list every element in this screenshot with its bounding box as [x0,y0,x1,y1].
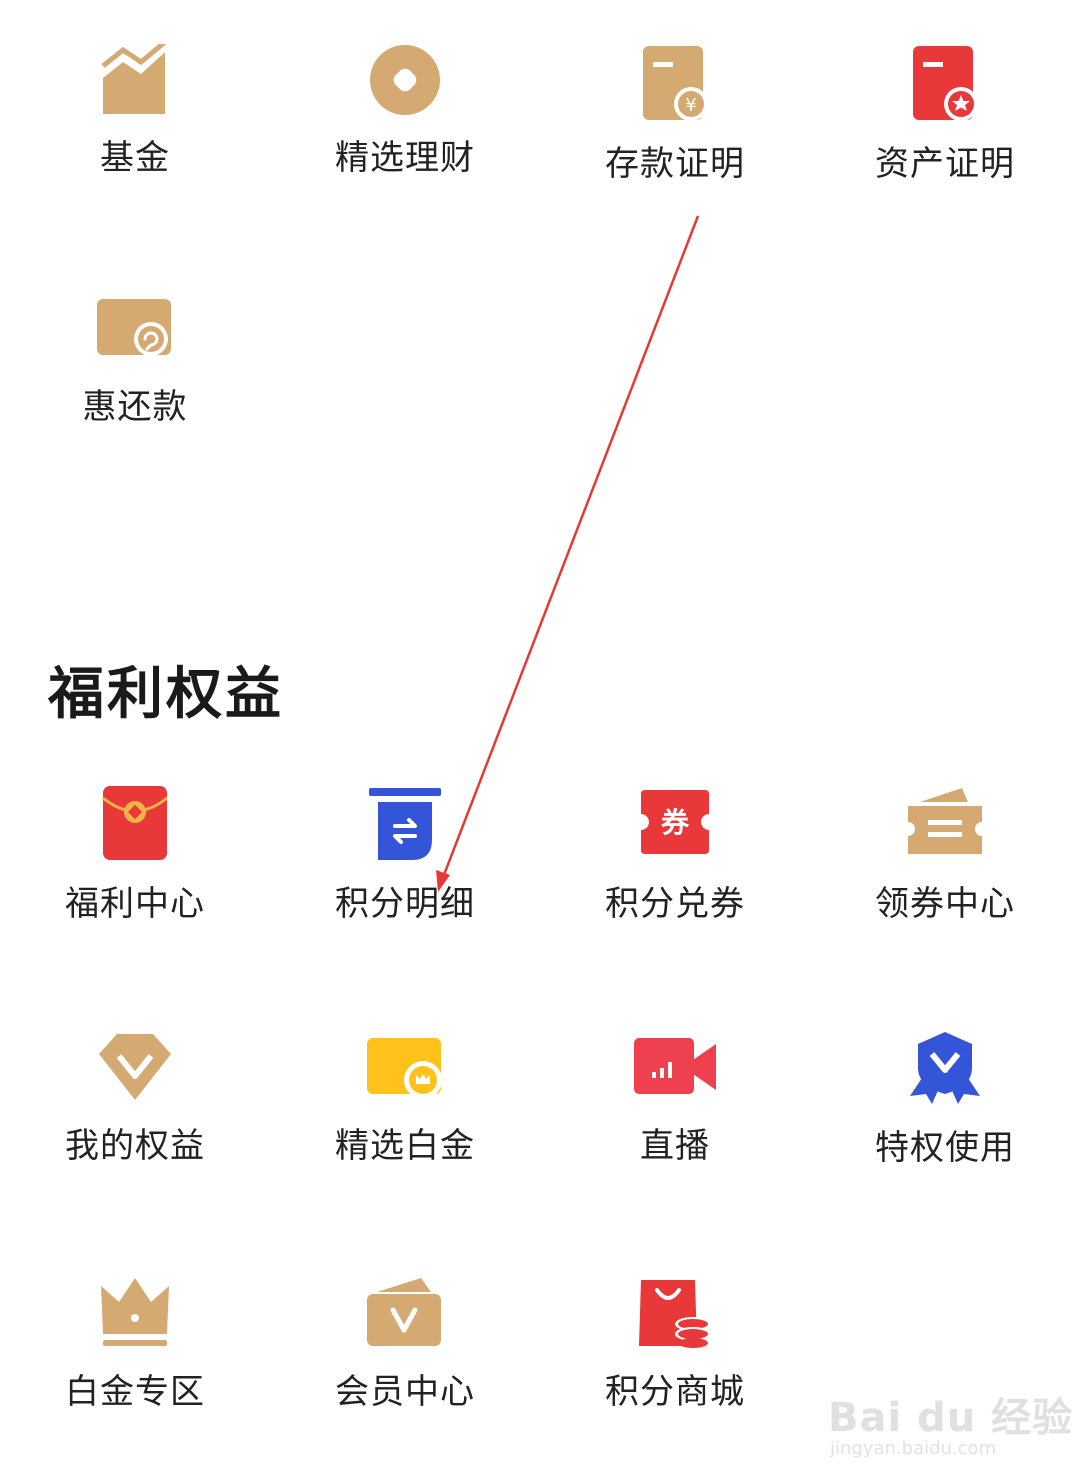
tile-label: 会员中心 [335,1372,475,1412]
red-envelope-icon [102,786,168,860]
tile-label: 领券中心 [875,884,1015,924]
watermark-brand: Bai du 经验 [828,1395,1074,1441]
diamond-v-icon [99,1034,171,1100]
coupon-exchange-icon: 券 [641,790,709,854]
live-video-icon [634,1038,716,1094]
wealth-coin-icon [370,45,440,115]
tile-privilege-use[interactable]: 特权使用 [810,1030,1080,1168]
tile-platinum-zone[interactable]: 白金专区 [0,1274,270,1412]
tile-fund[interactable]: 基金 [0,44,270,178]
tile-label: 惠还款 [82,387,188,427]
watermark: Bai du 经验 jingyan.baidu.com [828,1366,1072,1466]
repayment-card-icon [97,299,171,356]
tile-label: 我的权益 [65,1126,205,1166]
svg-text:券: 券 [661,806,690,839]
tile-points-coupon[interactable]: 券 积分兑券 [540,784,810,924]
tile-label: 资产证明 [875,144,1015,184]
tile-label: 福利中心 [65,884,205,924]
tile-live[interactable]: 直播 [540,1030,810,1166]
crown-icon [101,1278,169,1346]
points-detail-icon [369,788,441,860]
tile-label: 积分商城 [605,1372,745,1412]
tile-welfare-center[interactable]: 福利中心 [0,784,270,924]
fund-chart-icon [101,44,167,114]
tile-label: 直播 [640,1126,710,1166]
tile-label: 基金 [100,138,170,178]
tile-my-benefits[interactable]: 我的权益 [0,1030,270,1166]
tile-asset-certificate[interactable]: 资产证明 [810,44,1080,184]
tile-platinum-select[interactable]: 精选白金 [270,1030,540,1166]
tile-label: 特权使用 [875,1128,1015,1168]
member-wallet-icon [367,1278,441,1346]
svg-text:¥: ¥ [685,95,696,116]
section-title-benefits: 福利权益 [48,662,284,727]
tile-label: 积分兑券 [605,884,745,924]
tile-member-center[interactable]: 会员中心 [270,1274,540,1412]
deposit-certificate-icon: ¥ [643,46,708,121]
tile-label: 存款证明 [605,144,745,184]
tile-wealth[interactable]: 精选理财 [270,44,540,178]
privilege-badge-icon [910,1032,980,1104]
tile-label: 精选白金 [335,1126,475,1166]
tile-points-mall[interactable]: 积分商城 [540,1274,810,1412]
tile-deposit-certificate[interactable]: ¥ 存款证明 [540,44,810,184]
tile-coupon-center[interactable]: 领券中心 [810,784,1080,924]
tile-repayment[interactable]: 惠还款 [0,295,270,427]
platinum-card-icon [367,1038,442,1099]
tile-points-detail[interactable]: 积分明细 [270,784,540,924]
coupon-wallet-icon [908,788,982,854]
annotation-arrow [436,215,700,892]
tile-label: 积分明细 [335,884,475,924]
points-mall-bag-icon [639,1280,711,1348]
watermark-url: jingyan.baidu.com [830,1438,997,1459]
tile-label: 白金专区 [65,1372,205,1412]
asset-certificate-icon [913,46,978,121]
tile-label: 精选理财 [335,138,475,178]
